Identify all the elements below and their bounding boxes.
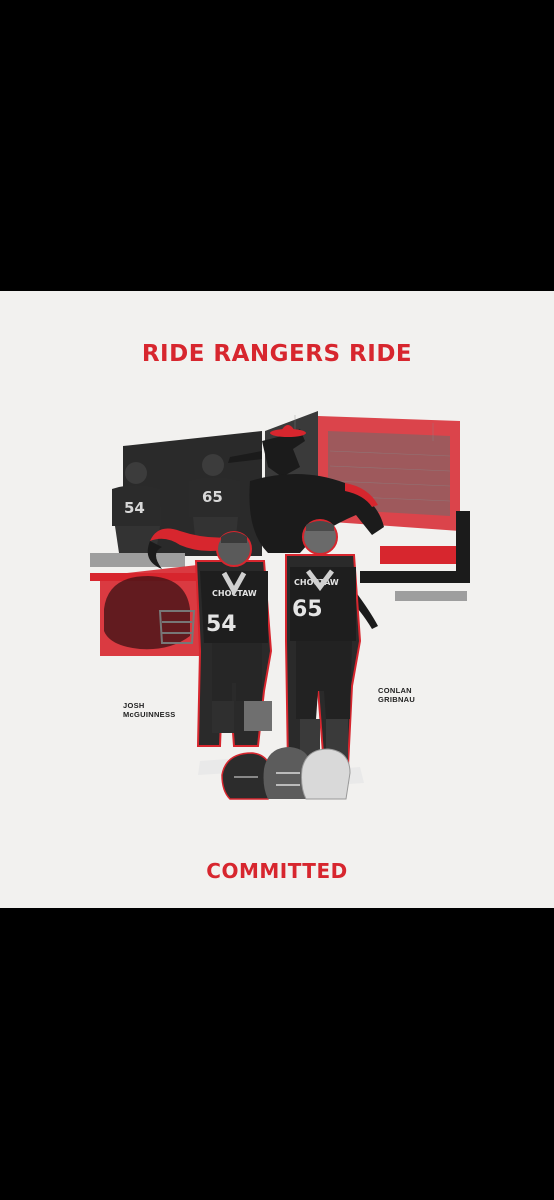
player-name-conlan: CONLAN GRIBNAU <box>378 686 415 704</box>
player-last-name: GRIBNAU <box>378 695 416 704</box>
svg-text:54: 54 <box>206 612 237 637</box>
player-name-josh: JOSH McGUINNESS <box>123 701 176 719</box>
svg-text:54: 54 <box>124 499 145 517</box>
player-first-name: CONLAN <box>378 686 412 695</box>
photo-collage: 54 65 54 CHOCTAW 65 CHOCTAW <box>90 411 470 800</box>
svg-text:65: 65 <box>202 488 223 506</box>
player-last-name: McGUINNESS <box>123 710 176 719</box>
player-josh-mcguinness: 54 CHOCTAW <box>194 531 273 777</box>
committed-label: COMMITTED <box>206 859 348 883</box>
player-first-name: JOSH <box>123 701 145 710</box>
committed-graphic: RIDE RANGERS RIDE 54 65 54 CHOCTAW 65 CH… <box>0 291 554 908</box>
player-conlan-gribnau: 65 CHOCTAW <box>285 519 364 785</box>
helmets-row <box>221 747 351 800</box>
svg-text:65: 65 <box>292 597 323 622</box>
